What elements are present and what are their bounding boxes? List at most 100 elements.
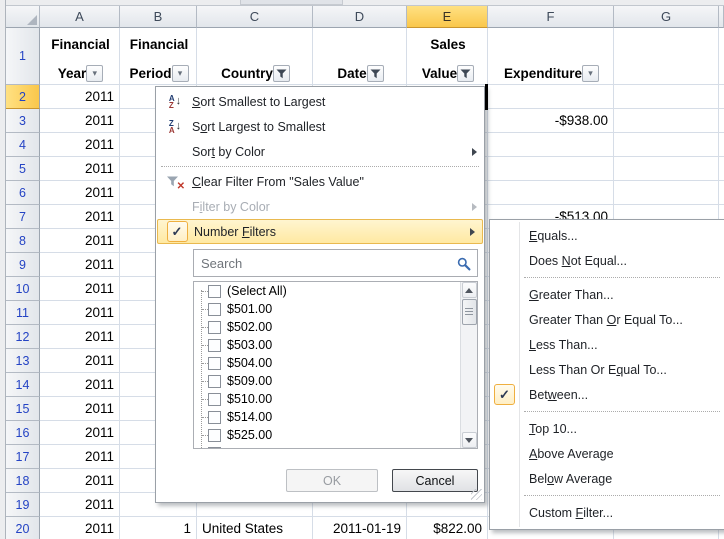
- submenu-item-between[interactable]: ✓Between...: [490, 382, 724, 407]
- submenu-item-top-10[interactable]: Top 10...: [490, 416, 724, 441]
- checkbox-unchecked-icon[interactable]: [208, 411, 221, 424]
- filter-applied-dropdown-button-E[interactable]: [457, 65, 474, 82]
- row-header-15[interactable]: 15: [6, 397, 40, 421]
- row-header-1[interactable]: 1: [6, 28, 40, 85]
- submenu-item-greater-than-or-equal-to[interactable]: Greater Than Or Equal To...: [490, 307, 724, 332]
- filter-dropdown-button-F[interactable]: ▾: [582, 65, 599, 82]
- row-header-5[interactable]: 5: [6, 157, 40, 181]
- cell-A4[interactable]: 2011: [40, 133, 120, 157]
- row-header-9[interactable]: 9: [6, 253, 40, 277]
- filter-value-502-00[interactable]: $502.00: [194, 318, 477, 336]
- menu-item-sort-smallest-to-largest[interactable]: AZ↓Sort Smallest to Largest: [156, 89, 484, 114]
- row-header-12[interactable]: 12: [6, 325, 40, 349]
- cell-A9[interactable]: 2011: [40, 253, 120, 277]
- row-header-14[interactable]: 14: [6, 373, 40, 397]
- header-cell-expenditure[interactable]: Expenditure▾: [488, 28, 614, 85]
- row-header-4[interactable]: 4: [6, 133, 40, 157]
- cancel-button[interactable]: Cancel: [392, 469, 478, 492]
- cell-A6[interactable]: 2011: [40, 181, 120, 205]
- cell-A3[interactable]: 2011: [40, 109, 120, 133]
- filter-applied-dropdown-button-C[interactable]: [273, 65, 290, 82]
- cell-A14[interactable]: 2011: [40, 373, 120, 397]
- checkbox-unchecked-icon[interactable]: [208, 321, 221, 334]
- menu-item-number-filters[interactable]: ✓Number Filters: [157, 219, 483, 244]
- cell-G4[interactable]: [614, 133, 719, 157]
- filter-value-501-00[interactable]: $501.00: [194, 300, 477, 318]
- scroll-thumb[interactable]: [462, 299, 477, 325]
- row-header-17[interactable]: 17: [6, 445, 40, 469]
- cell-A19[interactable]: 2011: [40, 493, 120, 517]
- column-header-G[interactable]: G: [614, 6, 719, 28]
- checkbox-unchecked-icon[interactable]: [208, 357, 221, 370]
- checkbox-unchecked-icon[interactable]: [208, 303, 221, 316]
- cell-A7[interactable]: 2011: [40, 205, 120, 229]
- filter-value-503-00[interactable]: $503.00: [194, 336, 477, 354]
- column-header-F[interactable]: F: [488, 6, 614, 28]
- scroll-up-icon[interactable]: [462, 282, 477, 298]
- filter-value-select-all[interactable]: (Select All): [194, 282, 477, 300]
- submenu-item-less-than[interactable]: Less Than...: [490, 332, 724, 357]
- header-cell-financial-year[interactable]: FinancialYear▾: [40, 28, 120, 85]
- row-header-8[interactable]: 8: [6, 229, 40, 253]
- submenu-item-greater-than[interactable]: Greater Than...: [490, 282, 724, 307]
- cell-A17[interactable]: 2011: [40, 445, 120, 469]
- menu-item-sort-largest-to-smallest[interactable]: ZA↓Sort Largest to Smallest: [156, 114, 484, 139]
- cell-D20[interactable]: 2011-01-19: [313, 517, 407, 539]
- select-all-corner[interactable]: [6, 6, 40, 28]
- cell-G2[interactable]: [614, 85, 719, 109]
- filter-value-514-00[interactable]: $514.00: [194, 408, 477, 426]
- submenu-item-less-than-or-equal-to[interactable]: Less Than Or Equal To...: [490, 357, 724, 382]
- submenu-item-custom-filter[interactable]: Custom Filter...: [490, 500, 724, 525]
- cell-A20[interactable]: 2011: [40, 517, 120, 539]
- row-header-6[interactable]: 6: [6, 181, 40, 205]
- filter-dropdown-button-B[interactable]: ▾: [172, 65, 189, 82]
- cell-A18[interactable]: 2011: [40, 469, 120, 493]
- cell-A13[interactable]: 2011: [40, 349, 120, 373]
- resize-grip[interactable]: [471, 489, 482, 500]
- row-header-3[interactable]: 3: [6, 109, 40, 133]
- scroll-down-icon[interactable]: [462, 432, 477, 448]
- cell-A12[interactable]: 2011: [40, 325, 120, 349]
- filter-value-509-00[interactable]: $509.00: [194, 372, 477, 390]
- cell-A11[interactable]: 2011: [40, 301, 120, 325]
- checkbox-unchecked-icon[interactable]: [208, 285, 221, 298]
- cell-F2[interactable]: [488, 85, 614, 109]
- row-header-10[interactable]: 10: [6, 277, 40, 301]
- cell-C20[interactable]: United States: [197, 517, 313, 539]
- cell-A15[interactable]: 2011: [40, 397, 120, 421]
- header-cell-sales-value[interactable]: SalesValue: [407, 28, 488, 85]
- menu-item-sort-by-color[interactable]: Sort by Color: [156, 139, 484, 164]
- header-cell-country[interactable]: Country: [197, 28, 313, 85]
- row-header-2[interactable]: 2: [6, 85, 40, 109]
- cell-A10[interactable]: 2011: [40, 277, 120, 301]
- cell-G6[interactable]: [614, 181, 719, 205]
- submenu-item-below-average[interactable]: Below Average: [490, 466, 724, 491]
- cell-F6[interactable]: [488, 181, 614, 205]
- cell-F5[interactable]: [488, 157, 614, 181]
- row-header-11[interactable]: 11: [6, 301, 40, 325]
- cell-A5[interactable]: 2011: [40, 157, 120, 181]
- filter-value-504-00[interactable]: $504.00: [194, 354, 477, 372]
- checkbox-unchecked-icon[interactable]: [208, 375, 221, 388]
- header-cell-financial-period[interactable]: FinancialPeriod▾: [120, 28, 197, 85]
- cell-F4[interactable]: [488, 133, 614, 157]
- cell-G5[interactable]: [614, 157, 719, 181]
- cell-A16[interactable]: 2011: [40, 421, 120, 445]
- cell-F3[interactable]: -$938.00: [488, 109, 614, 133]
- row-header-18[interactable]: 18: [6, 469, 40, 493]
- submenu-item-equals[interactable]: Equals...: [490, 223, 724, 248]
- submenu-item-above-average[interactable]: Above Average: [490, 441, 724, 466]
- cell-A2[interactable]: 2011: [40, 85, 120, 109]
- column-header-B[interactable]: B: [120, 6, 197, 28]
- row-header-20[interactable]: 20: [6, 517, 40, 539]
- submenu-item-does-not-equal[interactable]: Does Not Equal...: [490, 248, 724, 273]
- row-header-19[interactable]: 19: [6, 493, 40, 517]
- header-cell-date[interactable]: Date: [313, 28, 407, 85]
- row-header-13[interactable]: 13: [6, 349, 40, 373]
- row-header-7[interactable]: 7: [6, 205, 40, 229]
- values-scrollbar[interactable]: [460, 282, 477, 448]
- filter-dropdown-button-A[interactable]: ▾: [86, 65, 103, 82]
- row-header-16[interactable]: 16: [6, 421, 40, 445]
- checkbox-unchecked-icon[interactable]: [208, 393, 221, 406]
- filter-value-510-00[interactable]: $510.00: [194, 390, 477, 408]
